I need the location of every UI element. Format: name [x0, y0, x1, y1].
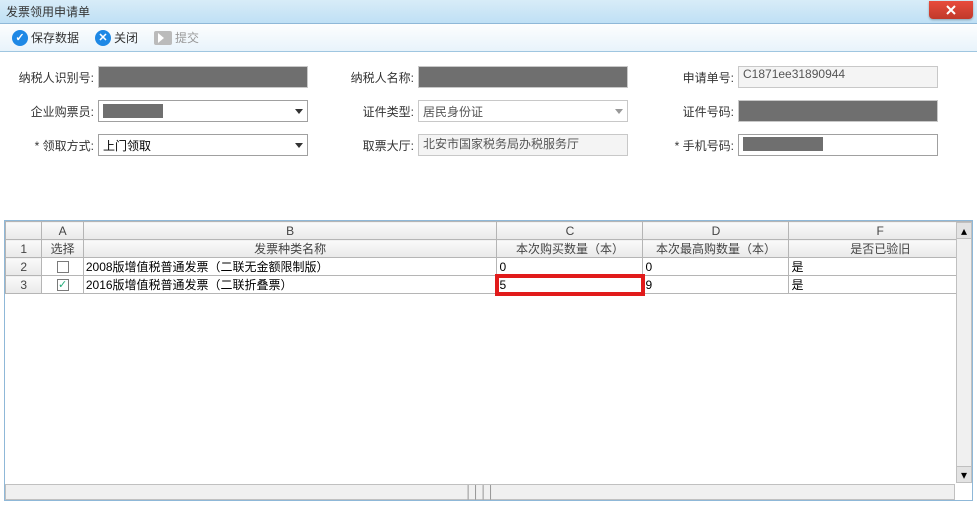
pickup-hall-input: 北安市国家税务局办税服务厅 [418, 134, 628, 156]
window-close-button[interactable] [929, 1, 973, 19]
chevron-down-icon [615, 109, 623, 114]
buyer-value [103, 104, 163, 118]
buy-qty-cell[interactable]: 5 [497, 276, 643, 294]
col-letter: D [643, 222, 789, 240]
row-number: 2 [6, 258, 42, 276]
toolbar: ✓ 保存数据 ✕ 关闭 提交 [0, 24, 977, 52]
invoice-table: A B C D F 1 选择 发票种类名称 本次购买数量（本） 本次最高购数量（… [5, 221, 972, 294]
x-circle-icon: ✕ [95, 30, 111, 46]
apply-no-input: C1871ee31890944 [738, 66, 938, 88]
verified-cell: 是 [789, 258, 972, 276]
max-qty-cell: 9 [643, 276, 789, 294]
save-button[interactable]: ✓ 保存数据 [6, 27, 85, 48]
check-circle-icon: ✓ [12, 30, 28, 46]
taxpayer-name-input [418, 66, 628, 88]
invoice-name-cell: 2008版增值税普通发票（二联无金额限制版） [83, 258, 497, 276]
receive-mode-select[interactable]: 上门领取 [98, 134, 308, 156]
buyer-select[interactable] [98, 100, 308, 122]
cert-type-value: 居民身份证 [423, 103, 483, 120]
cert-type-label: 证件类型: [338, 103, 418, 120]
receive-mode-label: 领取方式: [18, 137, 98, 154]
col-verified-header: 是否已验旧 [789, 240, 972, 258]
taxpayer-id-input [98, 66, 308, 88]
pickup-hall-label: 取票大厅: [338, 137, 418, 154]
vertical-scrollbar[interactable]: ▴ ▾ [956, 222, 972, 483]
cert-no-label: 证件号码: [658, 103, 738, 120]
phone-label: 手机号码: [658, 137, 738, 154]
horizontal-scrollbar[interactable]: ││││ [5, 484, 955, 500]
invoice-name-cell: 2016版增值税普通发票（二联折叠票） [83, 276, 497, 294]
scroll-down-icon[interactable]: ▾ [957, 466, 971, 482]
col-letter: C [497, 222, 643, 240]
submit-icon [154, 31, 172, 45]
col-buy-qty-header: 本次购买数量（本） [497, 240, 643, 258]
col-select-header: 选择 [42, 240, 83, 258]
save-label: 保存数据 [31, 29, 79, 46]
close-button[interactable]: ✕ 关闭 [89, 27, 144, 48]
taxpayer-name-label: 纳税人名称: [338, 69, 418, 86]
taxpayer-id-label: 纳税人识别号: [18, 69, 98, 86]
receive-mode-value: 上门领取 [103, 137, 151, 154]
cert-no-input [738, 100, 938, 122]
row-select-cell[interactable] [42, 258, 83, 276]
row-number-header: 1 [6, 240, 42, 258]
scroll-up-icon[interactable]: ▴ [957, 223, 971, 239]
chevron-down-icon [295, 109, 303, 114]
col-letter: F [789, 222, 972, 240]
phone-input[interactable] [738, 134, 938, 156]
corner-cell [6, 222, 42, 240]
row-number: 3 [6, 276, 42, 294]
checkbox-icon[interactable] [57, 261, 69, 273]
close-label: 关闭 [114, 29, 138, 46]
chevron-down-icon [295, 143, 303, 148]
submit-label: 提交 [175, 29, 199, 46]
invoice-grid[interactable]: A B C D F 1 选择 发票种类名称 本次购买数量（本） 本次最高购数量（… [4, 220, 973, 501]
title-bar: 发票领用申请单 [0, 0, 977, 24]
phone-value [743, 137, 823, 151]
submit-button: 提交 [148, 27, 205, 48]
window-title: 发票领用申请单 [6, 3, 90, 20]
col-letter: B [83, 222, 497, 240]
apply-no-label: 申请单号: [658, 69, 738, 86]
table-row[interactable]: 3 2016版增值税普通发票（二联折叠票） 5 9 是 [6, 276, 972, 294]
checkbox-checked-icon[interactable] [57, 279, 69, 291]
cert-type-select: 居民身份证 [418, 100, 628, 122]
buyer-label: 企业购票员: [18, 103, 98, 120]
col-letter: A [42, 222, 83, 240]
col-invoice-name-header: 发票种类名称 [83, 240, 497, 258]
form-area: 纳税人识别号: 纳税人名称: 申请单号: C1871ee31890944 企业购… [0, 52, 977, 174]
row-select-cell[interactable] [42, 276, 83, 294]
col-max-qty-header: 本次最高购数量（本） [643, 240, 789, 258]
buy-qty-cell[interactable]: 0 [497, 258, 643, 276]
table-row[interactable]: 2 2008版增值税普通发票（二联无金额限制版） 0 0 是 [6, 258, 972, 276]
verified-cell: 是 [789, 276, 972, 294]
max-qty-cell: 0 [643, 258, 789, 276]
close-icon [945, 4, 957, 16]
